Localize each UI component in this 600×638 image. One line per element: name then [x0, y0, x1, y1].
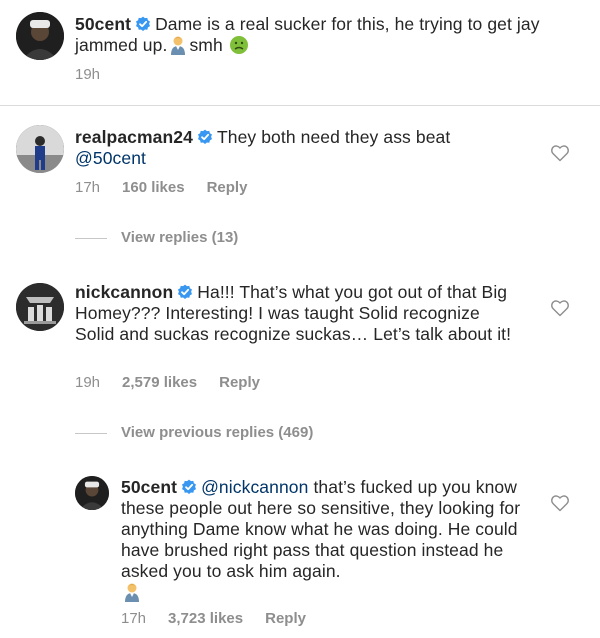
avatar-realpacman24[interactable]: [16, 125, 64, 173]
section-divider: [0, 105, 600, 106]
comment-username[interactable]: nickcannon: [75, 282, 173, 302]
comment-text: realpacman24 They both need they ass beat…: [75, 127, 535, 169]
comment-meta: 17h 3,723 likes Reply: [121, 610, 306, 628]
verified-badge-icon: [181, 479, 197, 495]
view-previous-replies-button[interactable]: View previous replies (469): [121, 424, 313, 442]
view-replies-line: [75, 433, 107, 434]
mention-link[interactable]: @50cent: [75, 148, 146, 168]
reply-button[interactable]: Reply: [265, 610, 306, 627]
comment-body: They both need they ass beat: [216, 127, 451, 147]
comment-username[interactable]: 50cent: [75, 14, 131, 34]
reply-text: 50cent @nickcannon that’s fucked up you k…: [121, 477, 523, 603]
comment-meta: 19h: [75, 66, 100, 84]
verified-badge-icon: [177, 284, 193, 300]
mention-link[interactable]: @nickcannon: [201, 477, 308, 497]
comment-username[interactable]: 50cent: [121, 477, 177, 497]
view-replies-button[interactable]: View replies (13): [121, 229, 238, 247]
avatar-50cent[interactable]: [16, 12, 64, 60]
comment-text: 50cent Dame is a real sucker for this, he…: [75, 14, 545, 56]
comment-time: 17h: [121, 610, 147, 627]
comment-time: 17h: [75, 179, 101, 196]
man-in-tuxedo-emoji: [168, 35, 188, 55]
view-replies-line: [75, 238, 107, 239]
like-count[interactable]: 3,723 likes: [168, 610, 243, 627]
verified-badge-icon: [135, 16, 151, 32]
avatar-50cent-reply[interactable]: [75, 476, 109, 510]
comment-text: nickcannon Ha!!! That’s what you got out …: [75, 282, 520, 345]
avatar-nickcannon[interactable]: [16, 283, 64, 331]
comment-time: 19h: [75, 374, 101, 391]
comment-time: 19h: [75, 66, 101, 83]
man-in-tuxedo-emoji: [122, 582, 142, 602]
like-count[interactable]: 2,579 likes: [122, 374, 197, 391]
comment-meta: 17h 160 likes Reply: [75, 179, 247, 197]
verified-badge-icon: [197, 129, 213, 145]
comment-username[interactable]: realpacman24: [75, 127, 193, 147]
reply-button[interactable]: Reply: [207, 179, 248, 196]
comment-trailing-text: smh: [189, 35, 223, 55]
nauseated-face-emoji: [229, 35, 249, 55]
like-heart-icon[interactable]: [550, 143, 570, 163]
comment-meta: 19h 2,579 likes Reply: [75, 374, 260, 392]
like-count[interactable]: 160 likes: [122, 179, 185, 196]
like-heart-icon[interactable]: [550, 493, 570, 513]
reply-button[interactable]: Reply: [219, 374, 260, 391]
like-heart-icon[interactable]: [550, 298, 570, 318]
